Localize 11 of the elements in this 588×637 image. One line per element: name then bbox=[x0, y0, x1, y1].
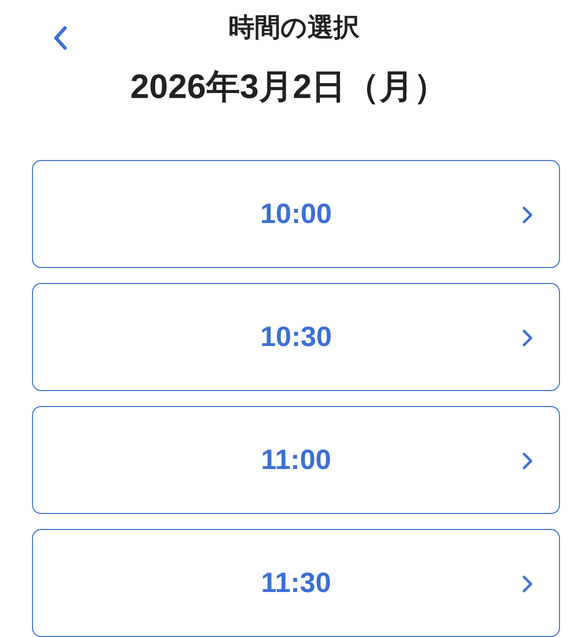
chevron-right-icon bbox=[522, 452, 533, 470]
back-icon bbox=[52, 25, 68, 51]
chevron-right-icon bbox=[522, 206, 533, 224]
chevron-right-icon bbox=[522, 329, 533, 347]
time-slot-button[interactable]: 10:30 bbox=[32, 283, 560, 391]
time-slot-button[interactable]: 11:30 bbox=[32, 529, 560, 637]
page-title: 時間の選択 bbox=[228, 10, 360, 44]
time-slot-button[interactable]: 10:00 bbox=[32, 160, 560, 268]
time-slot-button[interactable]: 11:00 bbox=[32, 406, 560, 514]
date-heading: 2026年3月2日（月） bbox=[129, 67, 449, 108]
chevron-right-icon bbox=[522, 575, 533, 593]
